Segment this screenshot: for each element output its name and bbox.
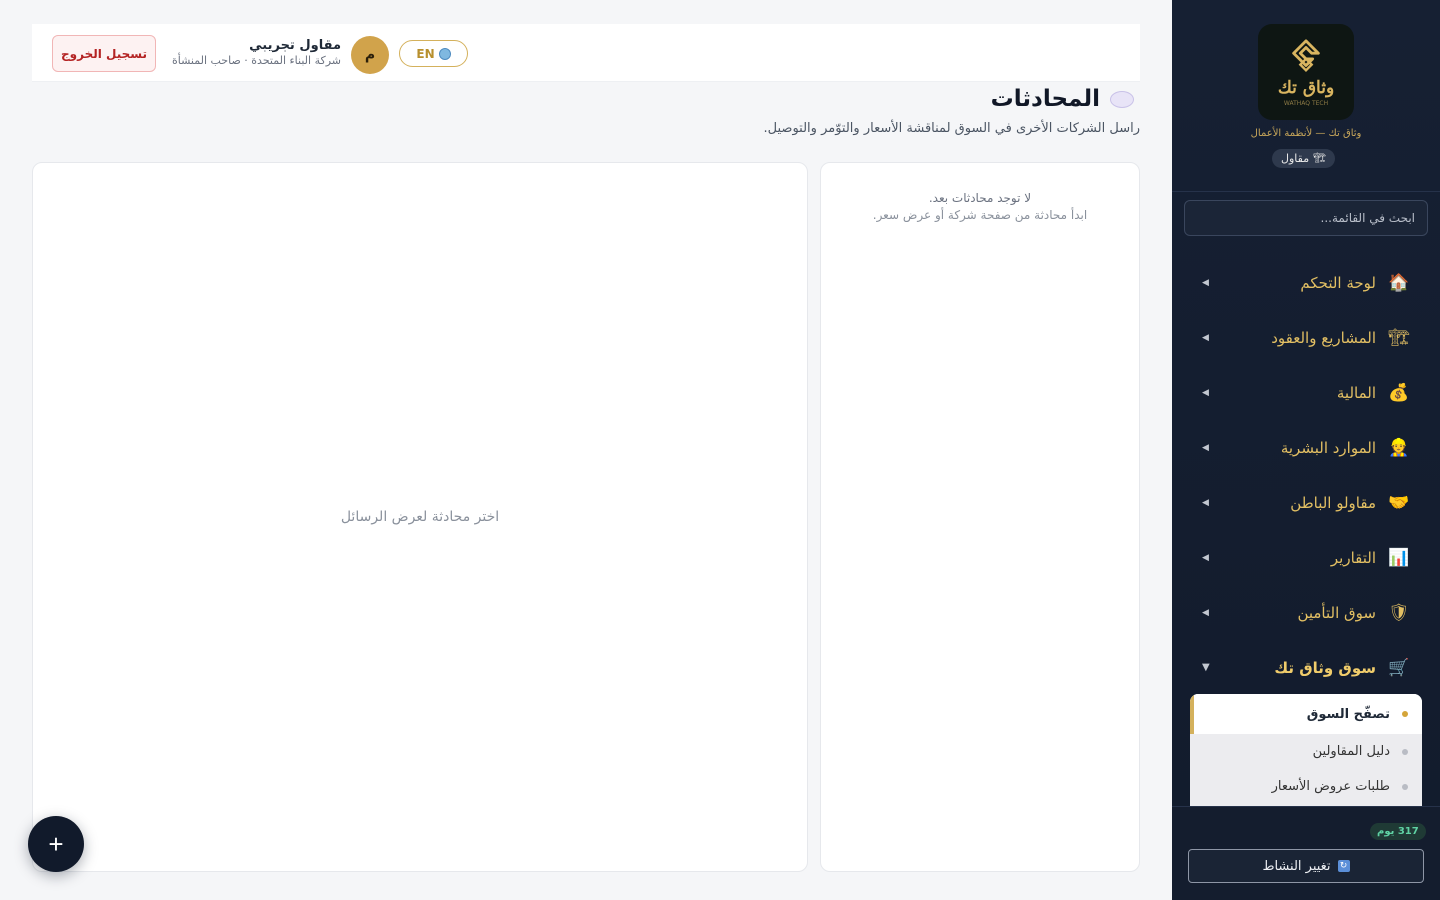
bullet-icon [1402, 711, 1408, 717]
messages-panel: اختر محادثة لعرض الرسائل [32, 162, 808, 872]
sidebar-item-finance[interactable]: 💰 المالية ◀ [1172, 365, 1440, 420]
logo-text: وثاق تك [1277, 77, 1335, 98]
user-company-role: شركة البناء المتحدة · صاحب المنشأة [171, 54, 341, 67]
sidebar-item-subcontractors[interactable]: 🤝 مقاولو الباطن ◀ [1172, 475, 1440, 530]
sidebar-item-label: سوق وثاق تك [1274, 658, 1376, 677]
sidebar: وثاق تك WATHAQ TECH وثاق تك — لأنظمة الأ… [1172, 0, 1440, 900]
conversations-list-panel: لا توجد محادثات بعد. ابدأ محادثة من صفحة… [820, 162, 1140, 872]
sidebar-item-reports[interactable]: 📊 التقارير ◀ [1172, 530, 1440, 585]
sidebar-item-dashboard[interactable]: 🏠 لوحة التحكم ◀ [1172, 255, 1440, 310]
new-conversation-fab[interactable]: + [28, 816, 84, 872]
sidebar-brand: وثاق تك WATHAQ TECH وثاق تك — لأنظمة الأ… [1172, 0, 1440, 192]
chevron-left-icon[interactable]: ◀ [1202, 443, 1209, 453]
sidebar-item-insurance[interactable]: 🛡 سوق التأمين ◀ [1172, 585, 1440, 640]
home-icon: 🏠 [1388, 272, 1410, 293]
user-name: مقاول تجريبي [249, 38, 341, 53]
sidebar-item-hr[interactable]: 👷 الموارد البشرية ◀ [1172, 420, 1440, 475]
cart-icon: 🛒 [1388, 657, 1410, 678]
globe-icon [438, 47, 451, 60]
marketplace-submenu: تصفّح السوق دليل المقاولين طلبات عروض ال… [1190, 694, 1422, 806]
handshake-icon: 🤝 [1388, 492, 1410, 513]
empty-state-title: لا توجد محادثات بعد. [928, 191, 1032, 205]
crane-icon: 🏗 [1388, 327, 1410, 348]
language-label: EN [416, 46, 435, 61]
avatar[interactable]: م [351, 36, 389, 74]
bullet-icon [1402, 748, 1408, 755]
role-badge-icon: 🏗 [1313, 153, 1326, 164]
user-info: مقاول تجريبي شركة البناء المتحدة · صاحب … [141, 38, 341, 67]
chevron-left-icon[interactable]: ◀ [1202, 333, 1209, 343]
submenu-item-label: طلبات عروض الأسعار [1271, 779, 1390, 794]
chart-icon: 📊 [1388, 547, 1410, 568]
sidebar-item-label: سوق التأمين [1297, 603, 1376, 622]
logo-subtext: WATHAQ TECH [1283, 99, 1329, 107]
sidebar-item-label: الموارد البشرية [1280, 438, 1376, 457]
brand-tagline: وثاق تك — لأنظمة الأعمال [1250, 128, 1362, 139]
page-title: المحادثات [990, 86, 1100, 112]
sidebar-item-label: مقاولو الباطن [1290, 493, 1376, 512]
person-icon: 👷 [1388, 437, 1410, 458]
sidebar-search-input[interactable] [1184, 200, 1428, 236]
chevron-left-icon[interactable]: ◀ [1202, 278, 1209, 288]
submenu-item-directory[interactable]: دليل المقاولين [1190, 734, 1422, 769]
refresh-icon: ↻ [1337, 860, 1350, 872]
submenu-item-rfq[interactable]: طلبات عروض الأسعار [1190, 769, 1422, 804]
page-header: المحادثات [991, 86, 1134, 112]
subscription-days-badge: 317 يوم [1370, 823, 1426, 840]
submenu-item-label: تصفّح السوق [1306, 706, 1390, 722]
chevron-left-icon[interactable]: ◀ [1202, 498, 1209, 508]
sidebar-footer: 317 يوم ↻ تغيير النشاط [1172, 806, 1440, 900]
sidebar-item-label: لوحة التحكم [1300, 273, 1376, 292]
app-logo[interactable]: وثاق تك WATHAQ TECH [1258, 24, 1354, 120]
sidebar-item-label: المالية [1336, 383, 1376, 402]
shield-icon: 🛡 [1388, 602, 1410, 623]
sidebar-item-projects[interactable]: 🏗 المشاريع والعقود ◀ [1172, 310, 1440, 365]
sidebar-item-label: المشاريع والعقود [1271, 328, 1376, 347]
top-bar: EN م مقاول تجريبي شركة البناء المتحدة · … [32, 24, 1140, 82]
select-conversation-hint: اختر محادثة لعرض الرسائل [340, 509, 500, 525]
switch-activity-button[interactable]: ↻ تغيير النشاط [1188, 849, 1424, 883]
language-toggle-button[interactable]: EN [399, 40, 468, 67]
chat-bubble-icon [1110, 90, 1134, 108]
chevron-left-icon[interactable]: ◀ [1202, 608, 1209, 618]
logout-button[interactable]: تسجيل الخروج [52, 35, 156, 72]
chevron-down-icon[interactable]: ▼ [1202, 662, 1210, 673]
sidebar-item-label: التقارير [1330, 548, 1376, 567]
logo-mark-icon [1292, 38, 1320, 72]
chevron-left-icon[interactable]: ◀ [1202, 553, 1209, 563]
switch-activity-label: تغيير النشاط [1262, 858, 1331, 874]
submenu-item-browse[interactable]: تصفّح السوق [1190, 694, 1422, 734]
sidebar-nav: 🏠 لوحة التحكم ◀ 🏗 المشاريع والعقود ◀ 💰 ا… [1172, 255, 1440, 695]
chevron-left-icon[interactable]: ◀ [1202, 388, 1209, 398]
sidebar-item-marketplace[interactable]: 🛒 سوق وثاق تك ▼ [1172, 640, 1440, 695]
role-badge: 🏗 مقاول [1272, 149, 1335, 168]
money-bag-icon: 💰 [1388, 382, 1410, 403]
submenu-item-label: دليل المقاولين [1312, 744, 1390, 759]
empty-state-hint: ابدأ محادثة من صفحة شركة أو عرض سعر. [872, 208, 1088, 222]
bullet-icon [1402, 783, 1408, 790]
role-badge-label: مقاول [1281, 152, 1310, 165]
page-subtitle: راسل الشركات الأخرى في السوق لمناقشة الأ… [763, 121, 1140, 136]
